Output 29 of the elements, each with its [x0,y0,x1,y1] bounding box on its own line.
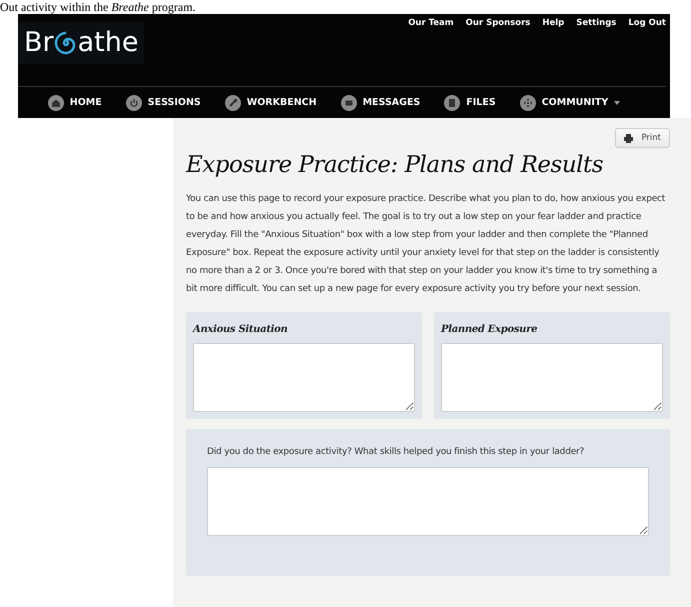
intro-paragraph: You can use this page to record your exposure practice. Describe what you plan to do, how anxious you expect to be and how anxious you actually feel. The goal is to try out a low step on your fear ladder and practice everyday. Fill the "Anxious Situation" box with a low step from your ladder and then complete the "Planned Exposure" box. Repeat the exposure activity until your anxiety level for that step on the ladder is consistently no more than a 2 or 3. Once you're bored with that step on your ladder you know it's time to try something a bit more difficult. You can set up a new page for every exposure activity you try before your next session. [186,193,666,296]
nav-item[interactable]: FILES [444,94,496,110]
header-link[interactable]: Our Sponsors [466,18,530,28]
field-label: Anxious Situation [193,324,288,335]
file-icon [444,94,460,110]
nav-item[interactable]: HOME [48,94,102,110]
nav-item[interactable]: WORKBENCH [224,94,317,110]
text-area[interactable] [193,343,415,412]
nav-item[interactable]: SESSIONS [126,94,201,110]
header-link[interactable]: Help [542,18,564,28]
wrench-icon [224,94,241,110]
nav-item[interactable]: COMMUNITY [520,94,620,110]
power-icon [126,94,142,110]
header-link[interactable]: Our Team [408,18,454,28]
message-icon [340,94,357,110]
spiral-icon [54,31,78,55]
caption-text: Out activity within the Breathe program. [0,0,197,14]
header-link[interactable]: Settings [576,18,616,28]
home-icon [48,94,64,110]
print-button[interactable]: Print [615,128,670,148]
field-label: Planned Exposure [441,324,538,335]
question-label: Did you do the exposure activity? What skills helped you finish this step in your ladder? [207,447,586,457]
nav-item[interactable]: MESSAGES [340,94,420,110]
header-link[interactable]: Log Out [628,18,666,28]
page-title: Exposure Practice: Plans and Results [186,152,604,178]
text-area[interactable] [207,467,649,536]
move-icon [520,94,536,110]
text-area[interactable] [441,343,663,412]
logo[interactable]: Br athe [18,22,144,64]
